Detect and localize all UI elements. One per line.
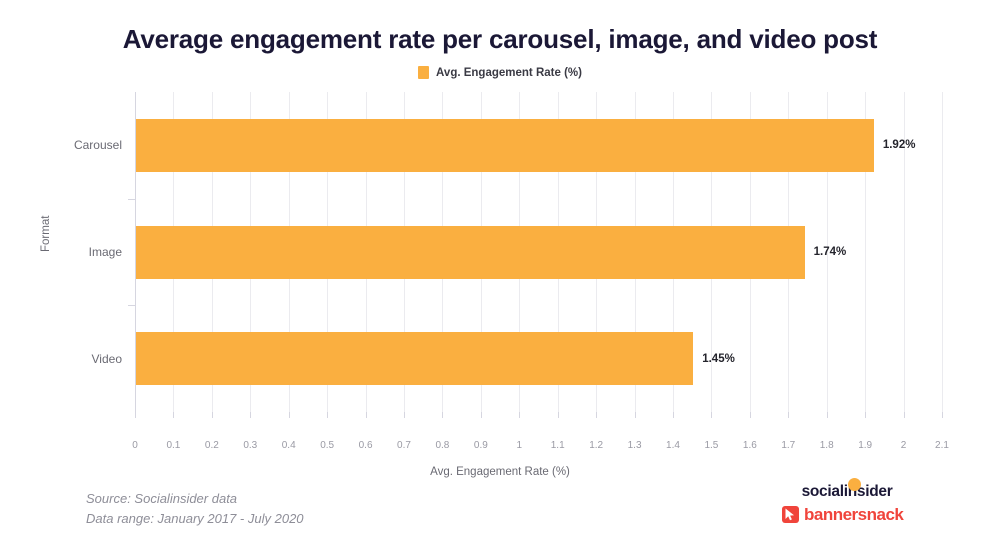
- x-tick-label: 0.7: [397, 440, 411, 451]
- bar-series: 1.92% 1.74% 1.45%: [135, 92, 942, 412]
- x-tick-label: 1.9: [858, 440, 873, 451]
- y-tick-label: Video: [91, 351, 122, 366]
- x-tick-label: 0.9: [473, 440, 488, 451]
- x-tick-mark: [903, 412, 905, 418]
- y-tick-label: Image: [88, 245, 122, 259]
- y-tick-label: Carousel: [73, 138, 122, 153]
- x-tick-label: 0.2: [204, 440, 219, 451]
- bar-value-label: 1.74%: [813, 246, 847, 258]
- x-tick-label: 1.6: [742, 440, 757, 451]
- x-tick-mark: [557, 412, 559, 418]
- plot-area: 1.92% 1.74% 1.45%: [135, 92, 943, 412]
- x-tick-label: 2.1: [935, 440, 949, 451]
- bar-value-label: 1.45%: [702, 352, 735, 365]
- x-tick-mark: [865, 412, 867, 418]
- x-tick-label: 1.7: [781, 440, 796, 451]
- gridline: [942, 92, 943, 412]
- data-range-line: Data range: January 2017 - July 2020: [86, 511, 304, 527]
- y-tick-mark: [128, 198, 135, 200]
- source-line: Source: Socialinsider data: [86, 491, 238, 506]
- x-tick-mark: [173, 412, 175, 418]
- socialinsider-dot-icon: [847, 478, 861, 491]
- x-axis-ticks: 0 0.1 0.2 0.3 0.4 0.5 0.6 0.7 0.8 0.9 1 1.1 1.2 1.3 1.…: [132, 412, 949, 451]
- x-tick-mark: [942, 412, 943, 418]
- x-tick-label: 0.8: [435, 440, 450, 451]
- bannersnack-logo-text: bannersnack: [804, 505, 904, 524]
- x-tick-label: 1.4: [666, 440, 680, 451]
- bar[interactable]: [136, 332, 694, 386]
- x-tick-mark: [365, 412, 367, 418]
- x-tick-mark: [404, 412, 405, 418]
- x-tick-label: 1.5: [704, 440, 719, 451]
- chart-legend: Avg. Engagement Rate (%): [0, 66, 1000, 79]
- bar[interactable]: [136, 118, 874, 172]
- x-tick-mark: [634, 412, 636, 418]
- x-tick-mark: [442, 412, 444, 418]
- x-tick-mark: [596, 412, 598, 418]
- x-tick-mark: [135, 412, 136, 418]
- x-tick-label: 1.3: [627, 440, 642, 451]
- x-tick-label: 0.6: [358, 440, 373, 451]
- x-tick-mark: [211, 412, 213, 418]
- x-tick-mark: [788, 412, 790, 418]
- x-tick-label: 2: [900, 440, 907, 451]
- x-tick-label: 0: [132, 440, 138, 451]
- x-tick-mark: [480, 412, 482, 418]
- legend-item-label: Avg. Engagement Rate (%): [436, 66, 582, 79]
- source-note: Source: Socialinsider data Data range: J…: [86, 489, 304, 529]
- y-axis-tick-labels: Carousel Image Video: [0, 92, 122, 412]
- x-tick-label: 0.5: [320, 440, 335, 451]
- socialinsider-logo-text: socialinsider: [801, 483, 893, 500]
- x-tick-mark: [327, 412, 329, 418]
- cursor-icon: [782, 506, 799, 523]
- x-tick-mark: [519, 412, 521, 418]
- legend-item-avg-engagement-rate[interactable]: Avg. Engagement Rate (%): [418, 66, 582, 79]
- x-tick-label: 1.2: [589, 440, 604, 451]
- x-tick-mark: [288, 412, 290, 418]
- socialinsider-logo[interactable]: socialinsider: [782, 478, 912, 502]
- x-tick-mark: [711, 412, 713, 418]
- x-tick-label: 0.4: [281, 440, 296, 451]
- x-tick-label: 1.1: [550, 440, 565, 451]
- legend-swatch-icon: [418, 66, 430, 79]
- x-tick-mark: [673, 412, 674, 418]
- bannersnack-logo[interactable]: bannersnack: [782, 506, 912, 523]
- bar[interactable]: [136, 225, 805, 279]
- x-tick-label: 1: [516, 440, 523, 451]
- x-tick-mark: [826, 412, 828, 418]
- x-axis-title: Avg. Engagement Rate (%): [430, 466, 570, 478]
- x-tick-label: 0.1: [166, 440, 181, 451]
- bar-value-label: 1.92%: [882, 139, 916, 152]
- logo-group: socialinsider bannersnack: [782, 478, 912, 523]
- x-tick-mark: [250, 412, 252, 418]
- x-tick-mark: [749, 412, 751, 418]
- page-title: Average engagement rate per carousel, im…: [122, 24, 878, 54]
- x-tick-label: 1.8: [819, 440, 834, 451]
- y-tick-mark: [128, 305, 135, 307]
- x-tick-label: 0.3: [243, 440, 258, 451]
